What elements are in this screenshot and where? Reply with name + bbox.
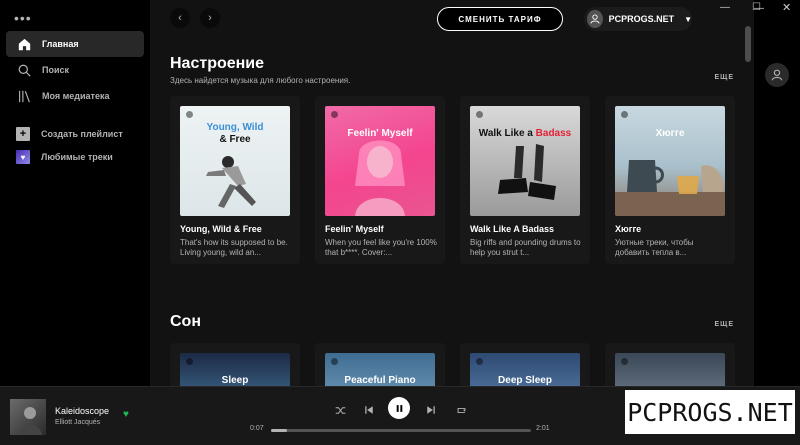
main-content: ‹ › СМЕНИТЬ ТАРИФ PCPROGS.NET ▼ Настроен… [150, 0, 754, 386]
card-title: Feelin' Myself [325, 224, 384, 234]
chevron-right-icon: › [208, 12, 212, 24]
section-title: Настроение [170, 55, 265, 72]
card-description: Уютные треки, чтобы добавить тепла в... [615, 238, 694, 257]
spotify-logo-icon [331, 358, 338, 365]
heart-icon[interactable]: ♥ [123, 409, 129, 420]
sidebar-item-search[interactable]: Поиск [6, 57, 144, 83]
main-scrollbar[interactable] [744, 26, 752, 386]
cover-text: Deep Sleep [498, 375, 552, 386]
skip-back-icon [365, 406, 373, 414]
friend-activity-button[interactable] [765, 63, 789, 87]
top-bar: ‹ › СМЕНИТЬ ТАРИФ PCPROGS.NET ▼ [150, 0, 740, 38]
watermark: PCPROGS.NET [625, 390, 795, 434]
sidebar-item-library[interactable]: Моя медиатека [6, 83, 144, 109]
cover-image [498, 144, 556, 200]
repeat-button[interactable] [453, 402, 469, 418]
cover-image [615, 160, 725, 216]
pause-button[interactable] [388, 397, 410, 419]
section-title: Сон [170, 313, 201, 330]
playlist-cover: Хюгге [615, 106, 725, 216]
previous-button[interactable] [361, 402, 377, 418]
card-title: Walk Like A Badass [470, 224, 555, 234]
see-all-link[interactable]: ЕЩЕ [715, 74, 734, 81]
sidebar-item-label: Поиск [42, 65, 70, 75]
cover-image [206, 156, 256, 208]
more-menu-icon[interactable]: ••• [14, 10, 32, 26]
create-playlist-label: Создать плейлист [41, 129, 123, 139]
search-icon [16, 62, 32, 78]
minimize-icon[interactable]: — [720, 2, 730, 13]
album-art [18, 407, 42, 435]
spotify-logo-icon [621, 358, 628, 365]
card-title: Young, Wild & Free [180, 224, 262, 234]
cover-image [355, 140, 405, 216]
card-description: When you feel like you're 100% that b***… [325, 238, 437, 257]
playlist-card[interactable]: Sleep [170, 343, 300, 386]
maximize-icon[interactable]: ☐ [752, 2, 761, 13]
caret-down-icon: ▼ [684, 14, 692, 24]
upgrade-button[interactable]: СМЕНИТЬ ТАРИФ [437, 7, 563, 31]
sidebar-item-label: Моя медиатека [42, 91, 110, 101]
right-rail: — [754, 0, 800, 386]
progress-fill [271, 429, 287, 432]
now-playing-cover[interactable] [10, 399, 46, 435]
user-name: PCPROGS.NET [608, 14, 675, 24]
user-avatar-icon [587, 10, 603, 28]
track-title[interactable]: Kaleidoscope [55, 406, 109, 416]
playlist-card[interactable]: Peaceful Piano [315, 343, 445, 386]
shuffle-icon [335, 406, 345, 414]
section-subtitle: Здесь найдется музыка для любого настрое… [170, 76, 351, 85]
user-menu-button[interactable]: PCPROGS.NET ▼ [584, 7, 692, 31]
playlist-cover: Walk Like a Badass [470, 106, 580, 216]
progress-bar[interactable] [271, 429, 531, 432]
playlist-cover: Feelin' Myself [325, 106, 435, 216]
spotify-logo-icon [186, 358, 193, 365]
playlist-card[interactable]: Хюгге Хюгге Уютные треки, чтобы добавить… [605, 96, 735, 264]
card-description: That's how its supposed to be. Living yo… [180, 238, 288, 257]
spotify-logo-icon [476, 358, 483, 365]
playlist-card[interactable]: Feelin' Myself Feelin' Myself When you f… [315, 96, 445, 264]
sidebar-item-home[interactable]: Главная [6, 31, 144, 57]
card-description: Big riffs and pounding drums to help you… [470, 238, 581, 257]
elapsed-time: 0:07 [250, 425, 264, 432]
playlist-card[interactable]: Young, Wild & Free Young, Wild & Free Th… [170, 96, 300, 264]
playlist-cover [615, 353, 725, 386]
playlist-card[interactable] [605, 343, 735, 386]
playlist-cover: Young, Wild & Free [180, 106, 290, 216]
next-button[interactable] [423, 402, 439, 418]
sidebar-item-label: Главная [42, 39, 79, 49]
plus-icon: + [16, 127, 30, 141]
track-artist[interactable]: Elliott Jacqués [55, 419, 100, 426]
forward-button[interactable]: › [200, 8, 220, 28]
pause-icon [396, 404, 402, 412]
card-title: Хюгге [615, 224, 642, 234]
home-icon [16, 36, 32, 52]
playlist-cover: Deep Sleep [470, 353, 580, 386]
skip-forward-icon [427, 406, 435, 414]
friend-activity-icon [771, 69, 783, 81]
repeat-icon [457, 407, 465, 413]
playlist-cover: Peaceful Piano [325, 353, 435, 386]
liked-songs-button[interactable]: ♥ Любимые треки [6, 144, 144, 170]
close-icon[interactable]: ✕ [782, 1, 791, 14]
cover-text: Peaceful Piano [344, 375, 416, 386]
see-all-link[interactable]: ЕЩЕ [715, 321, 734, 328]
back-button[interactable]: ‹ [170, 8, 190, 28]
cover-text: Sleep [221, 375, 249, 386]
library-icon [16, 88, 32, 104]
playlist-card[interactable]: Walk Like a Badass Walk Like A Badass Bi… [460, 96, 590, 264]
liked-songs-label: Любимые треки [41, 152, 113, 162]
heart-icon: ♥ [16, 150, 30, 164]
playlist-cover: Sleep [180, 353, 290, 386]
total-time: 2:01 [536, 425, 550, 432]
scrollbar-thumb[interactable] [745, 26, 751, 62]
sidebar: ••• Главная Поиск Моя медиатека + Создат… [0, 0, 150, 386]
chevron-left-icon: ‹ [178, 12, 182, 24]
shuffle-button[interactable] [332, 402, 348, 418]
playlist-card[interactable]: Deep Sleep [460, 343, 590, 386]
